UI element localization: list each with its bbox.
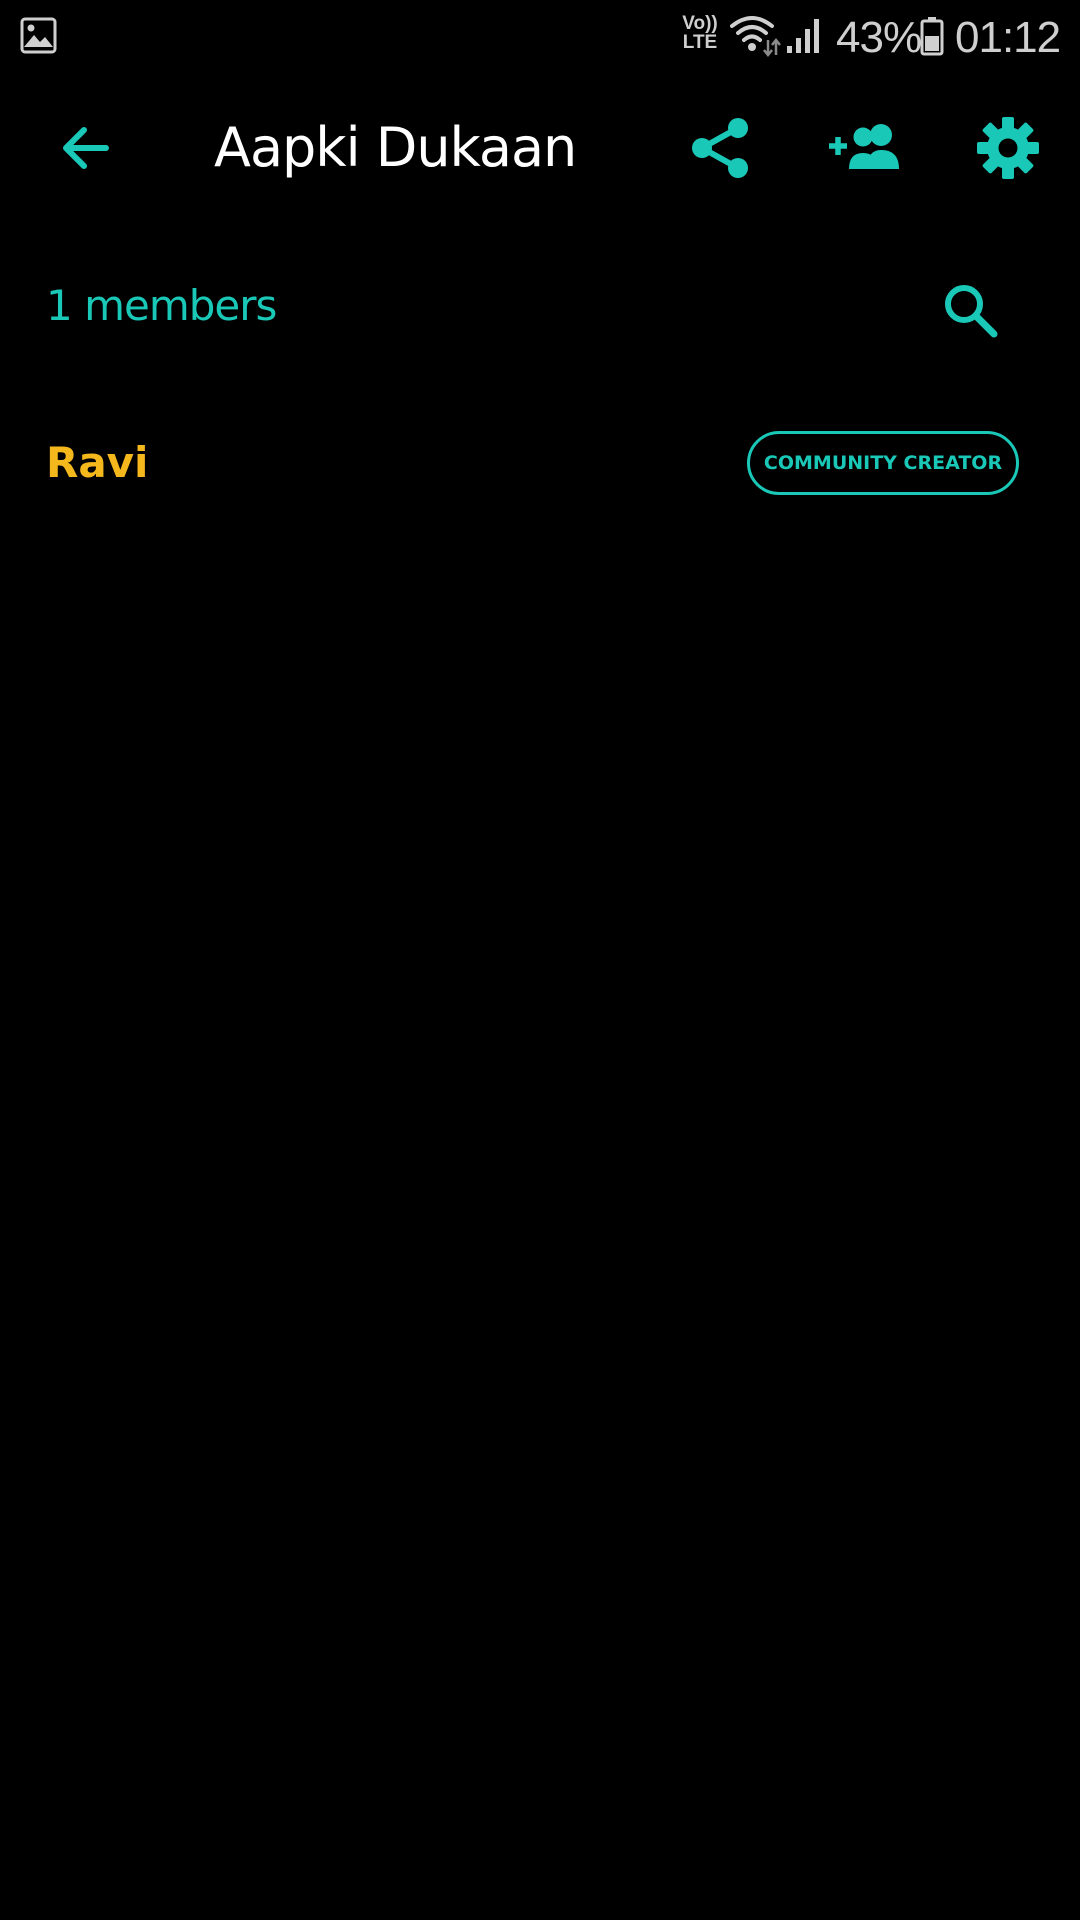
gallery-icon [20,17,57,54]
search-button[interactable] [930,270,1010,350]
clock: 01:12 [955,13,1061,62]
add-member-icon [829,124,899,169]
volte-label: Vo)) [682,13,718,34]
lte-label: LTE [682,32,718,53]
status-bar: Vo)) LTE 43% 01:12 [0,0,1080,72]
signal-icon [787,19,819,53]
add-member-button[interactable] [820,108,910,188]
search-icon [945,285,998,338]
toolbar: Aapki Dukaan [0,88,1080,208]
share-button[interactable] [680,108,760,188]
share-icon [692,118,748,178]
wifi-icon [730,16,781,58]
member-list-item[interactable]: Ravi COMMUNITY CREATOR [0,420,1080,505]
role-badge: COMMUNITY CREATOR [747,431,1019,495]
members-header: 1 members [0,260,1080,350]
arrow-back-icon [63,127,109,169]
volte-indicator: Vo)) LTE [679,14,721,52]
battery-icon [920,17,944,56]
page-title: Aapki Dukaan [214,116,577,179]
battery-percent: 43% [836,13,922,62]
settings-button[interactable] [968,108,1048,188]
members-count: 1 members [46,281,277,330]
member-name: Ravi [46,438,149,487]
back-button[interactable] [44,108,124,188]
settings-icon [977,117,1039,179]
